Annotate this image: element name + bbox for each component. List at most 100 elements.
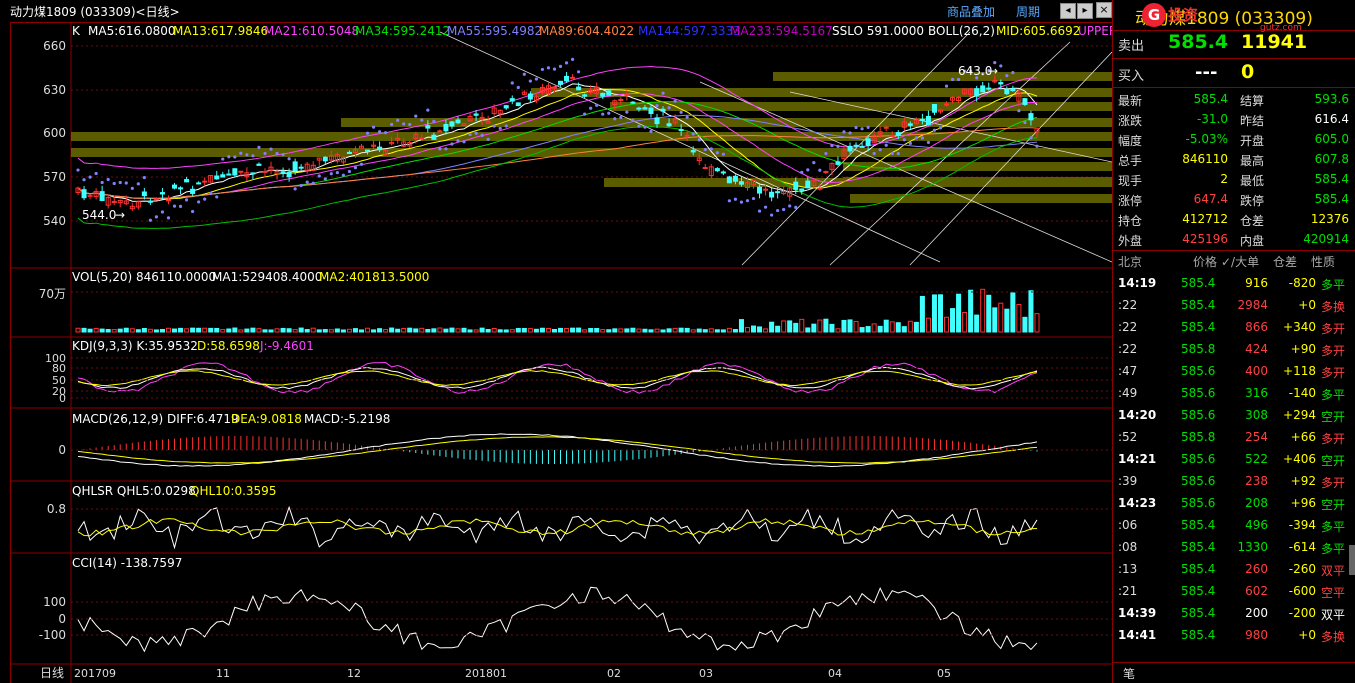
volume-bar <box>823 318 829 333</box>
tick-nature: 双平 <box>1321 564 1346 578</box>
tick-row[interactable]: :13 585.4 260 -260 双平 <box>1113 558 1355 580</box>
sar-dot <box>932 128 937 132</box>
tick-oi-change: -600 <box>1288 584 1316 598</box>
volume-bar <box>962 311 968 333</box>
close-icon[interactable]: × <box>1096 2 1112 18</box>
candle-body <box>322 156 328 162</box>
volume-bar <box>153 329 159 333</box>
x-tick-2: 12 <box>347 667 361 680</box>
tick-nature: 空开 <box>1321 410 1346 424</box>
tick-row[interactable]: :22 585.4 866 +340 多开 <box>1113 316 1355 338</box>
candle-body <box>159 192 165 195</box>
x-axis-label: 日线 <box>40 666 64 680</box>
candle-body <box>455 119 461 124</box>
sar-dot <box>426 108 430 112</box>
tick-nature: 多平 <box>1321 278 1346 292</box>
sar-dot <box>245 153 249 157</box>
volume-bar <box>654 328 660 333</box>
tick-row[interactable]: :39 585.6 238 +92 多开 <box>1113 470 1355 492</box>
candle-body <box>690 150 696 153</box>
tick-time: :22 <box>1118 342 1138 356</box>
tick-row[interactable]: :22 585.4 2984 +0 多换 <box>1113 294 1355 316</box>
volume-bar <box>799 318 805 333</box>
tick-row[interactable]: :08 585.4 1330 -614 多平 <box>1113 536 1355 558</box>
tick-row[interactable]: :22 585.8 424 +90 多开 <box>1113 338 1355 360</box>
stat-label: 外盘 <box>1118 234 1143 248</box>
candle-body <box>262 170 268 173</box>
sar-dot <box>468 132 472 137</box>
volume-bar <box>479 327 485 333</box>
tick-row[interactable]: 14:39 585.4 200 -200 双平 <box>1113 602 1355 624</box>
candle-body <box>980 85 986 93</box>
sar-dot <box>438 147 442 151</box>
nav-left-icon[interactable]: ◂ <box>1060 3 1076 19</box>
volume-bar <box>304 329 310 333</box>
sar-dot <box>209 191 213 196</box>
volume-bar <box>383 329 389 333</box>
volume-bar <box>461 327 467 333</box>
volume-bar <box>165 327 171 333</box>
volume-bar <box>757 326 763 333</box>
tick-time: :21 <box>1118 584 1138 598</box>
sar-dot <box>384 131 388 135</box>
sar-dot <box>655 104 659 108</box>
candle-body <box>817 187 823 190</box>
period-button[interactable]: 周期 <box>1016 3 1040 20</box>
volume-bar <box>75 327 81 333</box>
volume-bar <box>895 322 901 333</box>
volume-bar <box>395 328 401 333</box>
sar-dot <box>890 151 894 156</box>
candle-body <box>214 175 220 180</box>
scrollbar-thumb[interactable] <box>1349 545 1355 575</box>
volume-bar <box>274 328 280 333</box>
tick-row[interactable]: 14:20 585.6 308 +294 空开 <box>1113 404 1355 426</box>
volume-bar <box>582 329 588 333</box>
tick-row[interactable]: :06 585.4 496 -394 多平 <box>1113 514 1355 536</box>
tick-volume: 254 <box>1245 430 1268 444</box>
nav-right-icon[interactable]: ▸ <box>1077 3 1093 19</box>
overlay-button[interactable]: 商品叠加 <box>947 3 995 20</box>
volume-bar <box>588 328 594 333</box>
candle-body <box>147 200 153 203</box>
sar-dot <box>866 125 870 130</box>
tick-time: :49 <box>1118 386 1138 400</box>
volume-bar <box>250 327 256 333</box>
tick-footer-tab[interactable]: 笔 <box>1123 665 1135 682</box>
tick-row[interactable]: :52 585.8 254 +66 多开 <box>1113 426 1355 448</box>
sar-dot <box>763 205 768 209</box>
volume-bar <box>763 328 769 333</box>
volume-bar <box>527 328 533 333</box>
volume-bar <box>937 294 943 333</box>
tick-row[interactable]: :21 585.4 602 -600 空平 <box>1113 580 1355 602</box>
sar-dot <box>275 151 279 156</box>
sar-dot <box>305 180 309 184</box>
sar-dot <box>546 66 551 70</box>
tick-time: 14:19 <box>1118 276 1157 290</box>
volume-bar <box>576 327 582 333</box>
stat-label: 昨结 <box>1240 114 1265 128</box>
tick-header-time: 北京 <box>1118 255 1143 269</box>
tick-price: 585.4 <box>1181 298 1216 312</box>
sar-dot <box>311 181 315 185</box>
tick-row[interactable]: :47 585.6 400 +118 多开 <box>1113 360 1355 382</box>
tick-row[interactable]: 14:21 585.6 522 +406 空开 <box>1113 448 1355 470</box>
candle-body <box>823 171 829 174</box>
tick-row[interactable]: 14:19 585.4 916 -820 多平 <box>1113 272 1355 294</box>
volume-bar <box>473 329 479 333</box>
tick-row[interactable]: :49 585.6 316 -140 多平 <box>1113 382 1355 404</box>
candle-body <box>346 151 352 155</box>
stat-value: -31.0 <box>1196 112 1228 126</box>
volume-bar <box>980 288 986 333</box>
tick-nature: 多开 <box>1321 432 1346 446</box>
candle-body <box>618 98 624 101</box>
sar-dot <box>782 207 786 212</box>
volume-bar <box>340 329 346 333</box>
tick-row[interactable]: 14:41 585.4 980 +0 多换 <box>1113 624 1355 646</box>
tick-row[interactable]: 14:23 585.6 208 +96 空开 <box>1113 492 1355 514</box>
sar-dot <box>733 197 738 201</box>
macd-legend: MACD(26,12,9) DIFF:6.4719 <box>72 412 239 426</box>
tick-time: :39 <box>1118 474 1138 488</box>
candle-body <box>582 94 588 97</box>
chart-area[interactable]: K MA5:616.0800 MA13:617.9846 MA21:610.50… <box>10 22 1112 683</box>
tick-nature: 多换 <box>1321 630 1346 644</box>
